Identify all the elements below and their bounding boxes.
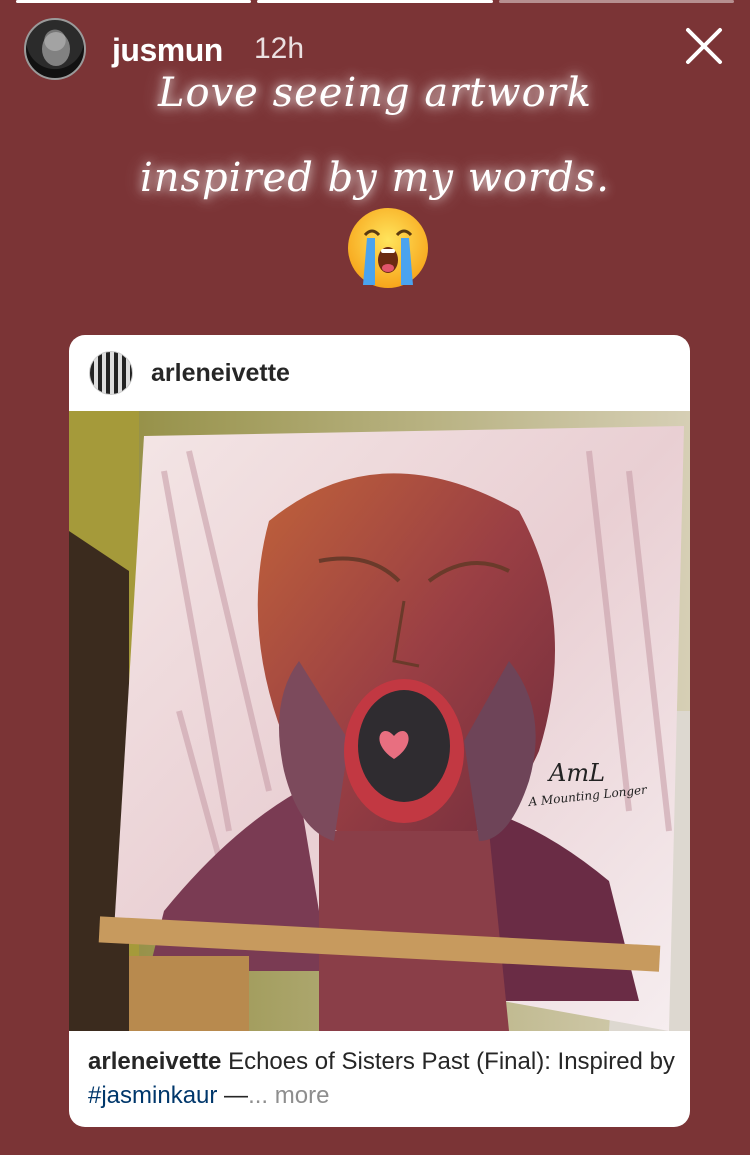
caption-text: Echoes of Sisters Past (Final): Inspired… [221, 1048, 675, 1075]
post-username[interactable]: arleneivette [151, 359, 290, 388]
post-image[interactable]: AmL A Mounting Longer [69, 411, 690, 1031]
caption-hashtag[interactable]: #jasminkaur [88, 1082, 217, 1109]
post-header: arleneivette [69, 335, 690, 411]
progress-segment [498, 0, 734, 3]
story-caption-line-1: Love seeing artwork [157, 70, 593, 116]
story-timestamp: 12h [254, 32, 305, 65]
story-caption-line-2: inspired by my words. [139, 155, 611, 201]
progress-segment [16, 0, 252, 3]
more-link[interactable]: ... more [248, 1082, 329, 1109]
progress-segment [257, 0, 493, 3]
shared-post-card[interactable]: arleneivette AmL A Mounting Longer arlen… [69, 335, 690, 1127]
loudly-crying-face-icon [348, 208, 428, 288]
caption-dash: — [217, 1082, 249, 1109]
story-progress-bar [16, 0, 734, 3]
close-icon[interactable] [682, 24, 726, 68]
caption-username[interactable]: arleneivette [88, 1048, 221, 1075]
story-username[interactable]: jusmun [112, 32, 223, 69]
post-avatar[interactable] [89, 351, 133, 395]
signature-initials: AmL [547, 759, 605, 787]
post-caption: arleneivette Echoes of Sisters Past (Fin… [88, 1045, 678, 1113]
